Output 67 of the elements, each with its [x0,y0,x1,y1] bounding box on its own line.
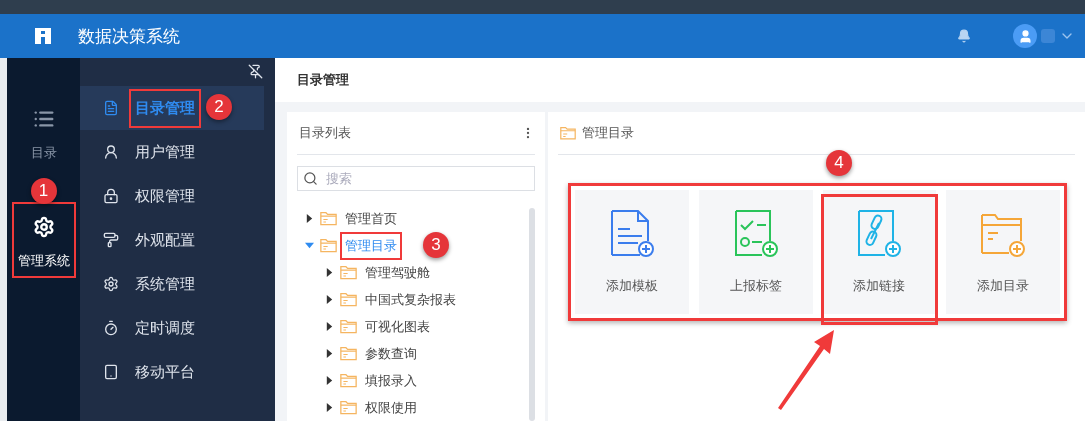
tree-item[interactable]: 可视化图表 [305,313,529,340]
logo-icon [33,26,53,46]
step-badge: 3 [423,232,449,258]
page-title: 目录管理 [275,58,1085,102]
timer-icon [103,320,119,336]
unpin-icon[interactable] [248,64,263,79]
folder-icon [340,373,357,388]
bell-icon[interactable] [957,29,971,43]
step-badge: 4 [826,150,852,176]
paint-roller-icon [103,232,119,248]
lock-icon [103,188,119,204]
folder-icon [340,319,357,334]
settings-icon [103,276,119,292]
caret-icon[interactable] [305,214,314,223]
blurred-name [1041,29,1055,43]
document-icon [103,100,119,116]
settings-icon [32,216,55,238]
tablet-icon [103,364,119,380]
folder-icon [340,292,357,307]
step-badge: 1 [30,178,57,204]
menu-item[interactable]: 用户管理 [80,130,264,174]
folder-icon [340,400,357,415]
folder-icon [560,126,576,140]
list-icon [32,108,55,130]
caret-icon[interactable] [325,295,334,304]
menu-item[interactable]: 权限管理 [80,174,264,218]
menu-item[interactable]: 外观配置 [80,218,264,262]
user-icon [103,144,119,160]
rail-label: 目录 [30,144,57,162]
folder-icon [340,346,357,361]
caret-icon[interactable] [325,376,334,385]
tile-label: 添加链接 [853,277,906,295]
avatar[interactable] [1013,24,1037,48]
folder-icon [340,265,357,280]
panel-title: 管理目录 [582,124,634,142]
action-tile[interactable]: 添加链接 [822,190,937,314]
action-tile[interactable]: 上报标签 [698,190,813,314]
menu-item[interactable]: 移动平台 [80,350,264,394]
folder-icon [320,238,337,253]
search-field[interactable]: 搜索 [297,166,535,191]
action-tile[interactable]: 添加目录 [946,190,1060,314]
step-badge: 2 [206,94,232,120]
caret-icon[interactable] [325,268,334,277]
tree-item[interactable]: 权限使用 [305,394,529,421]
caret-icon[interactable] [325,403,334,412]
tree-item[interactable]: 管理目录 3 [305,232,529,259]
tile-label: 添加目录 [977,277,1030,295]
tree-item[interactable]: 管理驾驶舱 [305,259,529,286]
rail-label: 管理系统 [17,252,70,270]
tree-item[interactable]: 中国式复杂报表 [305,286,529,313]
folder-icon [320,211,337,226]
tree-item[interactable]: 填报录入 [305,367,529,394]
tile-label: 上报标签 [729,277,782,295]
caret-icon[interactable] [325,349,334,358]
tile-label: 添加模板 [605,277,658,295]
caret-icon[interactable] [325,322,334,331]
menu-item[interactable]: 系统管理 [80,262,264,306]
action-tile[interactable]: 添加模板 [575,190,689,314]
rail-item[interactable]: 管理系统 [11,202,76,278]
rail-item[interactable]: 目录 [11,94,76,170]
menu-item[interactable]: 定时调度 [80,306,264,350]
tree-item[interactable]: 管理首页 [305,205,529,232]
app-title: 数据决策系统 [78,25,180,48]
panel-title: 目录列表 [299,124,352,142]
tree-item[interactable]: 参数查询 [305,340,529,367]
menu-item[interactable]: 目录管理 2 [80,86,264,130]
search-icon [303,171,318,186]
